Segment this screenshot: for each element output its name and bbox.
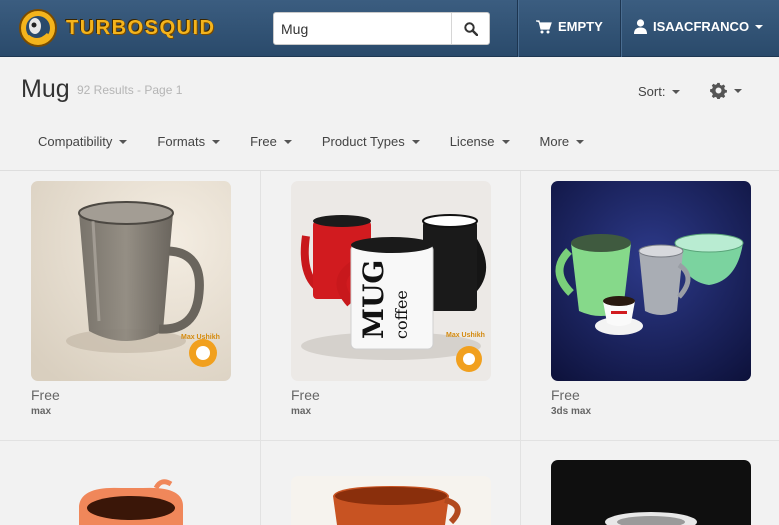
filter-compatibility[interactable]: Compatibility bbox=[38, 134, 128, 149]
search-button[interactable] bbox=[451, 13, 489, 44]
chevron-down-icon bbox=[755, 24, 764, 29]
grid-divider bbox=[0, 440, 779, 441]
settings-dropdown[interactable] bbox=[710, 82, 742, 99]
glass-mug-image: Max Ushikh bbox=[31, 181, 231, 381]
gear-icon bbox=[710, 82, 727, 99]
product-format: max bbox=[31, 406, 52, 417]
user-menu[interactable]: ISAACFRANCO bbox=[634, 19, 764, 34]
filter-more[interactable]: More bbox=[540, 134, 585, 149]
product-price: Free bbox=[551, 387, 580, 403]
orange-mug-image bbox=[79, 479, 183, 525]
grid-divider bbox=[260, 171, 261, 525]
product-thumbnail[interactable] bbox=[551, 181, 751, 381]
product-thumbnail[interactable] bbox=[291, 476, 491, 525]
watermark: Max Ushikh bbox=[181, 334, 220, 341]
cart-button[interactable]: EMPTY bbox=[536, 19, 603, 34]
sort-dropdown[interactable]: Sort: bbox=[638, 84, 681, 99]
chevron-down-icon bbox=[576, 139, 585, 144]
search-icon bbox=[463, 21, 478, 36]
mug-set-image bbox=[551, 181, 751, 381]
filter-label: Free bbox=[250, 134, 277, 149]
chevron-down-icon bbox=[212, 139, 221, 144]
top-navbar: TurboSquid EMPTY ISAACFRANCO bbox=[0, 0, 779, 57]
cart-icon bbox=[536, 19, 552, 33]
product-price: Free bbox=[31, 387, 60, 403]
filter-label: Formats bbox=[157, 134, 206, 149]
squid-logo-icon bbox=[19, 9, 57, 47]
filter-label: More bbox=[539, 134, 570, 149]
product-format: 3ds max bbox=[551, 406, 592, 417]
filter-free[interactable]: Free bbox=[250, 134, 292, 149]
chevron-down-icon bbox=[672, 89, 681, 94]
filter-formats[interactable]: Formats bbox=[157, 134, 221, 149]
filter-license[interactable]: License bbox=[450, 134, 510, 149]
chevron-down-icon bbox=[501, 139, 510, 144]
product-thumbnail[interactable]: Max Ushikh bbox=[31, 181, 231, 381]
header-divider bbox=[0, 170, 779, 171]
white-mug-dark-image bbox=[551, 460, 751, 525]
chevron-down-icon bbox=[411, 139, 420, 144]
product-format: max bbox=[291, 406, 312, 417]
chevron-down-icon bbox=[734, 88, 742, 93]
watermark: Max Ushikh bbox=[446, 332, 485, 339]
filter-bar: Compatibility Formats Free Product Types… bbox=[38, 134, 614, 149]
turbosquid-logo[interactable]: TurboSquid bbox=[18, 8, 248, 48]
brand-name: TurboSquid bbox=[66, 17, 216, 39]
product-thumbnail[interactable] bbox=[551, 460, 751, 525]
filter-label: License bbox=[449, 134, 495, 149]
user-icon bbox=[634, 19, 647, 34]
cart-label: EMPTY bbox=[558, 19, 603, 34]
product-price: Free bbox=[291, 387, 320, 403]
filter-product-types[interactable]: Product Types bbox=[322, 134, 420, 149]
chevron-down-icon bbox=[119, 139, 128, 144]
nav-divider bbox=[620, 0, 621, 57]
filter-label: Compatibility bbox=[38, 134, 113, 149]
product-thumbnail[interactable]: MUG coffee Max Ushikh bbox=[291, 181, 491, 381]
grid-divider bbox=[520, 171, 521, 525]
terracotta-mug-image bbox=[291, 476, 491, 525]
search-input[interactable] bbox=[274, 13, 452, 44]
search-box bbox=[273, 12, 490, 45]
mug-text: MUG bbox=[357, 260, 390, 339]
product-thumbnail[interactable] bbox=[31, 476, 231, 525]
page-title: Mug bbox=[21, 75, 70, 103]
filter-label: Product Types bbox=[321, 134, 405, 149]
user-label: ISAACFRANCO bbox=[653, 19, 750, 34]
chevron-down-icon bbox=[283, 139, 292, 144]
coffee-mugs-image: MUG coffee Max Ushikh bbox=[291, 181, 491, 381]
sort-label: Sort: bbox=[638, 84, 666, 99]
nav-divider bbox=[517, 0, 518, 57]
results-count: 92 Results - Page 1 bbox=[77, 83, 183, 97]
mug-subtext: coffee bbox=[392, 290, 411, 339]
